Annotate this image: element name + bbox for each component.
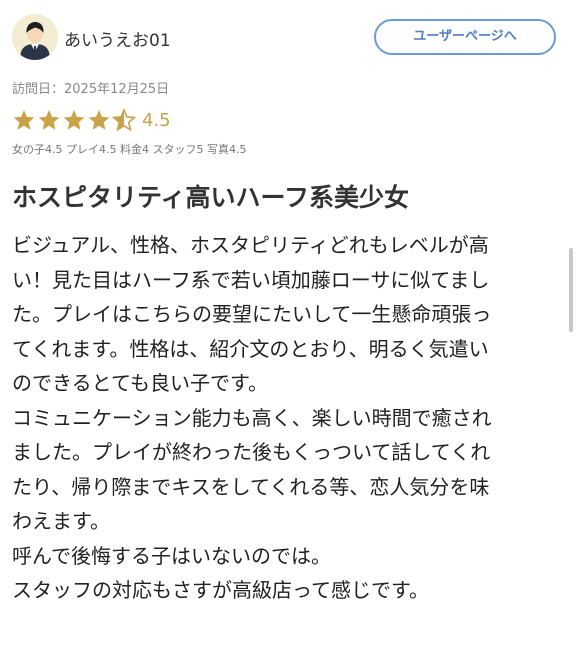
half-star-icon — [111, 108, 137, 132]
review-header: あいうえお01 ユーザーページへ — [12, 14, 564, 64]
review-body-line: 呼んで後悔する子はいないのでは。 — [12, 543, 331, 568]
scrollbar-thumb[interactable] — [569, 248, 573, 332]
review-title: ホスピタリティ高いハーフ系美少女 — [12, 183, 410, 212]
star-icon — [88, 110, 110, 130]
review-body-line: てくれます。性格は、紹介文のとおり、明るく気遣い — [12, 336, 489, 361]
rating-value: 4.5 — [142, 110, 171, 131]
review-body: ビジュアル、性格、ホスタピリティどれもレベルが高 い！見た目はハーフ系で若い頃加… — [12, 228, 564, 608]
review-body-line: わえます。 — [12, 509, 110, 533]
review-body-line: ビジュアル、性格、ホスタピリティどれもレベルが高 — [12, 233, 489, 257]
review-body-line: た。プレイはこちらの要望にたいして一生懸命頑張っ — [12, 302, 492, 326]
user-page-button[interactable]: ユーザーページへ — [374, 19, 556, 55]
review-body-line: のできるとても良い子です。 — [12, 371, 268, 395]
star-icon — [38, 110, 60, 130]
rating-stars — [13, 108, 137, 132]
review-body-line: コミュニケーション能力も高く、楽しい時間で癒され — [12, 405, 492, 430]
visit-date: 訪問日：2025年12月25日 — [12, 82, 170, 97]
user-avatar-icon[interactable] — [12, 14, 58, 60]
review-body-line: たり、帰り際までキスをしてくれる等、恋人気分を味 — [12, 474, 490, 499]
review-body-line: ました。プレイが終わった後もくっついて話してくれ — [12, 440, 491, 464]
star-icon — [13, 110, 35, 130]
sub-scores: 女の子4.5 プレイ4.5 料金4 スタッフ5 写真4.5 — [12, 143, 247, 156]
review-body-line: スタッフの対応もさすが高級店って感じです。 — [12, 578, 429, 602]
star-icon — [63, 110, 85, 130]
review-body-line: い！見た目はハーフ系で若い頃加藤ローサに似てまし — [12, 267, 490, 292]
username[interactable]: あいうえお01 — [64, 26, 171, 51]
